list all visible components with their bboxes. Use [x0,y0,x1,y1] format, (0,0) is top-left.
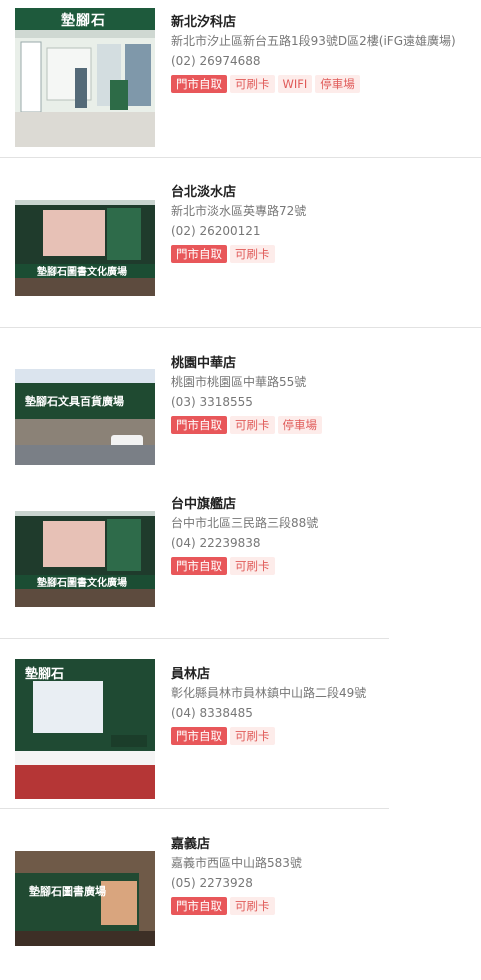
storefront-image [15,200,155,296]
service-tags: 門市自取 可刷卡 [171,555,318,575]
store-phone: (04) 8338485 [171,706,253,720]
store-photo[interactable]: 墊腳石 [15,8,155,147]
store-address: 新北市淡水區英專路72號 [171,204,307,218]
tag-pickup: 門市自取 [171,245,227,263]
store-name[interactable]: 新北汐科店 [171,14,456,31]
store-phone: (05) 2273928 [171,876,253,890]
store-name[interactable]: 員林店 [171,666,366,683]
tag-pickup: 門市自取 [171,557,227,575]
photo-sign-text: 墊腳石圖書廣場 [29,885,106,898]
service-tags: 門市自取 可刷卡 [171,725,366,745]
tag-card: 可刷卡 [230,897,275,915]
service-tags: 門市自取 可刷卡 停車場 [171,414,325,434]
store-photo[interactable]: 墊腳石圖書廣場 [15,851,155,946]
divider [0,638,389,639]
store-photo[interactable]: 墊腳石圖書文化廣場 [15,200,155,296]
tag-card: 可刷卡 [230,416,275,434]
divider [0,157,481,158]
photo-sign-text: 墊腳石文具百貨廣場 [25,395,124,408]
service-tags: 門市自取 可刷卡 [171,243,306,263]
store-address: 新北市汐止區新台五路1段93號D區2樓(iFG遠雄廣場) [171,34,456,48]
divider [0,327,481,328]
storefront-image [15,511,155,607]
store-phone: (04) 22239838 [171,536,261,550]
tag-pickup: 門市自取 [171,75,227,93]
tag-parking: 停車場 [277,416,322,434]
store-phone: (03) 3318555 [171,395,253,409]
tag-pickup: 門市自取 [171,416,227,434]
store-photo[interactable]: 墊腳石圖書文化廣場 [15,511,155,607]
store-phone: (02) 26200121 [171,224,261,238]
tag-pickup: 門市自取 [171,897,227,915]
store-name[interactable]: 台中旗艦店 [171,496,318,513]
tag-pickup: 門市自取 [171,727,227,745]
store-address: 彰化縣員林市員林鎮中山路二段49號 [171,686,367,700]
divider [0,808,389,809]
photo-sign-text: 墊腳石 [25,667,65,682]
store-name[interactable]: 台北淡水店 [171,184,306,201]
store-photo[interactable]: 墊腳石文具百貨廣場 [15,369,155,465]
service-tags: 門市自取 可刷卡 WIFI 停車場 [171,73,456,93]
store-address: 嘉義市西區中山路583號 [171,856,302,870]
tag-wifi: WIFI [277,75,313,93]
store-address: 桃園市桃園區中華路55號 [171,375,307,389]
tag-card: 可刷卡 [230,727,275,745]
service-tags: 門市自取 可刷卡 [171,895,302,915]
store-address: 台中市北區三民路三段88號 [171,516,319,530]
tag-parking: 停車場 [315,75,360,93]
store-phone: (02) 26974688 [171,54,261,68]
tag-card: 可刷卡 [230,75,275,93]
tag-card: 可刷卡 [230,245,275,263]
photo-sign-text: 墊腳石圖書文化廣場 [37,578,127,589]
photo-sign-text: 墊腳石圖書文化廣場 [37,267,127,278]
photo-sign-text: 墊腳石 [61,13,106,29]
storefront-image [15,369,155,465]
store-photo[interactable]: 墊腳石 [15,659,155,799]
store-name[interactable]: 桃園中華店 [171,355,325,372]
store-name[interactable]: 嘉義店 [171,836,302,853]
tag-card: 可刷卡 [230,557,275,575]
